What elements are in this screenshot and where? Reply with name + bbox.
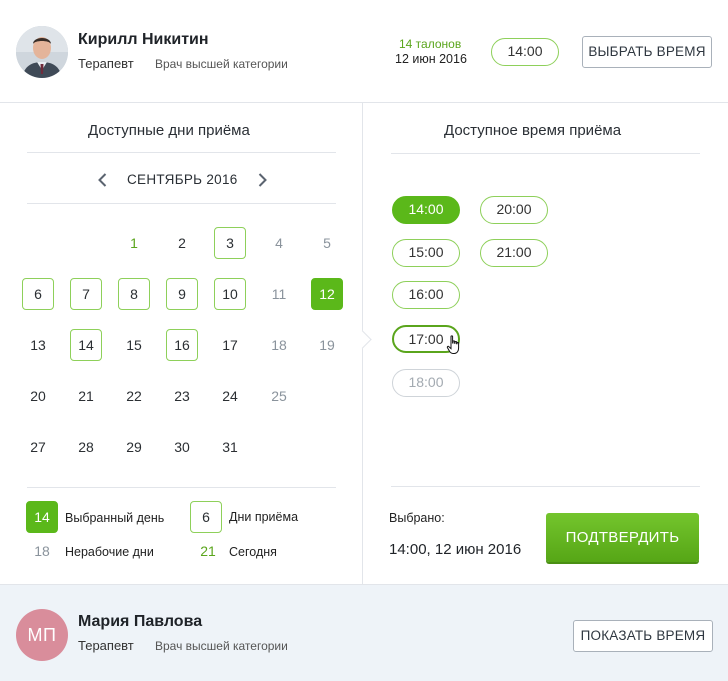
doctor-card-pavlova: МП Мария Павлова Терапевт Врач высшей ка… [0,584,728,681]
doctor-role: Терапевт [78,56,134,71]
calendar-day-18: 18 [271,337,287,353]
legend-today-sample: 21 [200,543,216,559]
calendar-day-30: 30 [174,439,190,455]
calendar-day-17: 17 [222,337,238,353]
booking-panel: Доступные дни приёма СЕНТЯБРЬ 2016 12345… [0,103,728,584]
panel-pointer-notch [353,330,372,349]
calendar-day-3[interactable]: 3 [214,227,246,259]
tickets-count: 14 талонов [399,37,462,51]
month-rule [27,203,336,204]
calendar-day-14[interactable]: 14 [70,329,102,361]
calendar-day-9[interactable]: 9 [166,278,198,310]
calendar-day-5: 5 [323,235,331,251]
calendar-day-28: 28 [78,439,94,455]
calendar-day-2: 2 [178,235,186,251]
calendar-day-16[interactable]: 16 [166,329,198,361]
calendar-day-24: 24 [222,388,238,404]
calendar-day-29: 29 [126,439,142,455]
calendar-day-11: 11 [271,286,287,302]
month-navigator: СЕНТЯБРЬ 2016 [94,169,274,191]
appointment-date: 12 июн 2016 [395,52,467,66]
calendar-day-4: 4 [275,235,283,251]
calendar-day-10[interactable]: 10 [214,278,246,310]
show-time-button[interactable]: ПОКАЗАТЬ ВРЕМЯ [573,620,713,652]
time-slot-1800: 18:00 [392,369,460,397]
calendar-day-19: 19 [319,337,335,353]
calendar-day-6[interactable]: 6 [22,278,54,310]
calendar-title: Доступные дни приёма [88,122,250,139]
hand-pointer-icon [446,335,462,355]
selection-label: Выбрано: [389,511,445,525]
legend-selected-label: Выбранный день [65,511,165,525]
doctor-card-nikitin: Кирилл Никитин Терапевт Врач высшей кате… [0,0,728,103]
calendar-day-1: 1 [130,235,138,251]
calendar-day-12[interactable]: 12 [311,278,343,310]
choose-time-button[interactable]: ВЫБРАТЬ ВРЕМЯ [582,36,712,68]
selected-time-pill[interactable]: 14:00 [491,38,559,66]
doctor-grade: Врач высшей категории [155,57,288,71]
selection-value: 14:00, 12 июн 2016 [389,541,522,558]
calendar-day-7[interactable]: 7 [70,278,102,310]
times-title-rule [391,153,700,154]
legend-off-label: Нерабочие дни [65,545,154,559]
confirm-button[interactable]: ПОДТВЕРДИТЬ [546,513,699,562]
calendar-day-22: 22 [126,388,142,404]
calendar-day-31: 31 [222,439,238,455]
calendar-day-27: 27 [30,439,46,455]
calendar-title-rule [27,152,336,153]
calendar-day-15: 15 [126,337,142,353]
calendar-day-23: 23 [174,388,190,404]
time-slot-1600[interactable]: 16:00 [392,281,460,309]
legend-available-swatch: 6 [190,501,222,533]
time-slot-1400[interactable]: 14:00 [392,196,460,224]
times-title: Доступное время приёма [444,122,622,139]
calendar-day-13: 13 [30,337,46,353]
doctor-name: Мария Павлова [78,613,203,630]
legend-rule [27,487,336,488]
calendar-day-21: 21 [78,388,94,404]
time-slot-2100[interactable]: 21:00 [480,239,548,267]
doctor-avatar-initials: МП [16,609,68,661]
chevron-right-icon[interactable] [253,171,271,189]
chevron-left-icon[interactable] [94,171,112,189]
doctor-avatar-photo [16,26,68,78]
doctor-grade: Врач высшей категории [155,639,288,653]
legend-selected-swatch: 14 [26,501,58,533]
calendar-day-25: 25 [271,388,287,404]
time-slot-2000[interactable]: 20:00 [480,196,548,224]
legend-available-label: Дни приёма [229,510,299,524]
doctor-role: Терапевт [78,638,134,653]
time-slot-1500[interactable]: 15:00 [392,239,460,267]
legend-off-sample: 18 [34,543,50,559]
selection-rule [391,486,700,487]
doctor-name: Кирилл Никитин [78,31,209,48]
legend-today-label: Сегодня [229,545,277,559]
month-label: СЕНТЯБРЬ 2016 [127,172,238,187]
calendar-day-20: 20 [30,388,46,404]
calendar-day-8[interactable]: 8 [118,278,150,310]
